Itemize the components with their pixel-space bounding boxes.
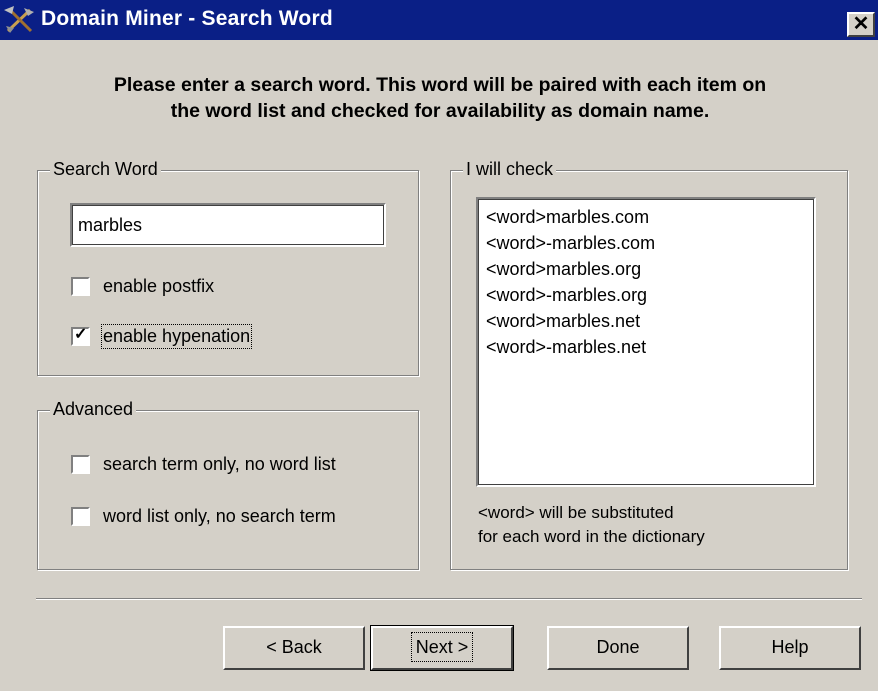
- next-button-label: Next >: [410, 632, 474, 662]
- enable-hypenation-checkbox-row[interactable]: ✓ enable hypenation: [71, 324, 253, 349]
- instructions-text: Please enter a search word. This word wi…: [20, 72, 860, 124]
- advanced-group: Advanced: [37, 399, 419, 570]
- instructions-line-2: the word list and checked for availabili…: [170, 100, 710, 122]
- close-icon: ✕: [852, 13, 870, 35]
- word-list-only-label: word list only, no search term: [103, 506, 336, 526]
- enable-postfix-checkbox[interactable]: [71, 277, 90, 296]
- enable-postfix-checkbox-row[interactable]: enable postfix: [71, 276, 214, 297]
- list-item[interactable]: <word>marbles.com: [486, 204, 806, 230]
- substitution-note: <word> will be substituted for each word…: [478, 501, 705, 549]
- search-word-group-label: Search Word: [50, 159, 161, 180]
- search-term-only-label: search term only, no word list: [103, 454, 336, 474]
- done-button-label: Done: [596, 637, 640, 657]
- advanced-group-label: Advanced: [50, 399, 137, 420]
- checkmark-icon: ✓: [74, 326, 88, 343]
- i-will-check-group-label: I will check: [463, 159, 557, 180]
- enable-hypenation-label: enable hypenation: [100, 324, 253, 349]
- pickaxe-shovel-icon: [4, 6, 34, 33]
- list-item[interactable]: <word>-marbles.net: [486, 334, 806, 360]
- substitution-note-line-2: for each word in the dictionary: [478, 527, 705, 546]
- back-button[interactable]: < Back: [223, 626, 365, 670]
- search-word-input[interactable]: [70, 203, 386, 247]
- instructions-line-1: Please enter a search word. This word wi…: [113, 74, 767, 96]
- done-button[interactable]: Done: [547, 626, 689, 670]
- list-item[interactable]: <word>marbles.net: [486, 308, 806, 334]
- help-button[interactable]: Help: [719, 626, 861, 670]
- search-term-only-checkbox-row[interactable]: search term only, no word list: [71, 454, 336, 475]
- window-title: Domain Miner - Search Word: [41, 7, 333, 30]
- list-item[interactable]: <word>-marbles.com: [486, 230, 806, 256]
- domain-list[interactable]: <word>marbles.com <word>-marbles.com <wo…: [476, 197, 816, 487]
- enable-hypenation-checkbox[interactable]: ✓: [71, 326, 90, 346]
- title-bar: Domain Miner - Search Word ✕: [0, 0, 878, 40]
- enable-postfix-label: enable postfix: [103, 276, 215, 296]
- back-button-label: < Back: [266, 637, 322, 657]
- word-list-only-checkbox-row[interactable]: word list only, no search term: [71, 506, 336, 527]
- list-item[interactable]: <word>-marbles.org: [486, 282, 806, 308]
- substitution-note-line-1: <word> will be substituted: [478, 503, 674, 522]
- separator: [36, 598, 862, 600]
- list-item[interactable]: <word>marbles.org: [486, 256, 806, 282]
- search-term-only-checkbox[interactable]: [71, 455, 90, 474]
- help-button-label: Help: [771, 637, 809, 657]
- next-button[interactable]: Next >: [370, 625, 514, 671]
- close-button[interactable]: ✕: [847, 12, 875, 37]
- word-list-only-checkbox[interactable]: [71, 507, 90, 526]
